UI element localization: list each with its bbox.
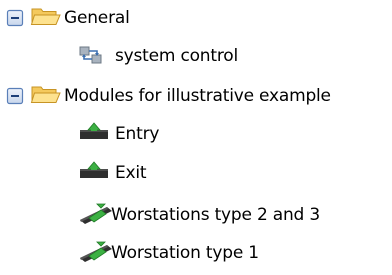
tree-node-workstation-1[interactable]: Worstation type 1 (77, 238, 259, 268)
tree-node-label: Modules for illustrative example (64, 86, 331, 106)
tree-node-label: Exit (115, 163, 147, 183)
exit-module-icon (77, 158, 113, 189)
collapse-toggle-icon[interactable] (6, 9, 24, 27)
folder-open-icon (30, 4, 62, 33)
tree-node-exit[interactable]: Exit (77, 158, 147, 189)
tree-node-modules[interactable]: Modules for illustrative example (6, 81, 331, 111)
entry-module-icon (77, 119, 113, 150)
folder-open-icon (30, 82, 62, 111)
tree-node-general[interactable]: General (6, 3, 130, 33)
tree-node-system-control[interactable]: system control (77, 41, 238, 71)
tree-node-workstations-2-3[interactable]: Worstations type 2 and 3 (77, 200, 320, 230)
tree-node-entry[interactable]: Entry (77, 119, 159, 149)
tree-node-label: Worstations type 2 and 3 (111, 205, 320, 225)
tree-node-label: Entry (115, 124, 160, 144)
tree-node-label: system control (115, 46, 238, 66)
tree-node-label: General (64, 8, 130, 28)
module-tree: General system control Modules for illus… (0, 0, 392, 275)
tree-node-label: Worstation type 1 (111, 243, 259, 263)
system-control-icon (77, 41, 113, 72)
collapse-toggle-icon[interactable] (6, 87, 24, 105)
